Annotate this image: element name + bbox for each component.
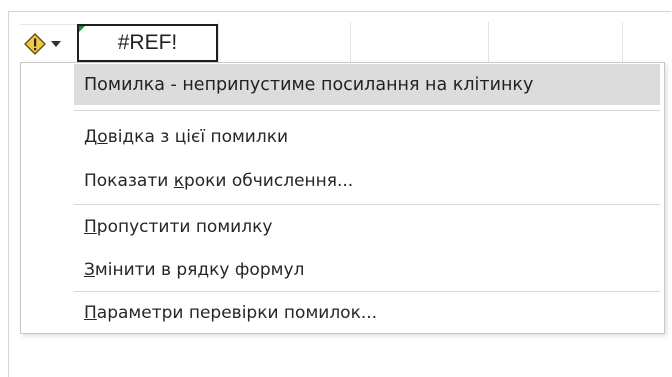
menu-separator [74, 291, 660, 292]
active-cell[interactable]: #REF! [77, 24, 218, 62]
menu-separator [74, 110, 660, 111]
menu-item-edit-in-formula-bar[interactable]: Змінити в рядку формул [74, 250, 660, 290]
error-context-menu: Помилка - неприпустиме посилання на кліт… [20, 62, 665, 334]
menu-gutter [21, 63, 74, 333]
error-indicator-triangle [79, 26, 85, 32]
menu-item-label: Показати кроки обчислення... [84, 171, 354, 191]
chevron-down-icon [50, 40, 62, 48]
menu-title-label: Помилка - неприпустиме посилання на кліт… [84, 74, 534, 95]
menu-title-error-description: Помилка - неприпустиме посилання на кліт… [74, 64, 660, 105]
menu-item-ignore-error[interactable]: Пропустити помилку [74, 207, 660, 247]
error-options-button[interactable] [20, 26, 78, 61]
menu-separator [74, 204, 660, 205]
menu-item-label: Змінити в рядку формул [84, 260, 305, 280]
grid-line [20, 24, 78, 25]
menu-item-show-calculation-steps[interactable]: Показати кроки обчислення... [74, 161, 660, 201]
menu-item-label: Параметри перевірки помилок... [84, 303, 378, 323]
warning-icon [24, 32, 46, 55]
menu-item-help[interactable]: Довідка з цієї помилки [74, 117, 660, 157]
menu-item-error-checking-options[interactable]: Параметри перевірки помилок... [74, 293, 660, 333]
cell-value: #REF! [117, 31, 178, 54]
menu-item-label: Довідка з цієї помилки [84, 127, 289, 147]
menu-item-label: Пропустити помилку [84, 217, 273, 237]
